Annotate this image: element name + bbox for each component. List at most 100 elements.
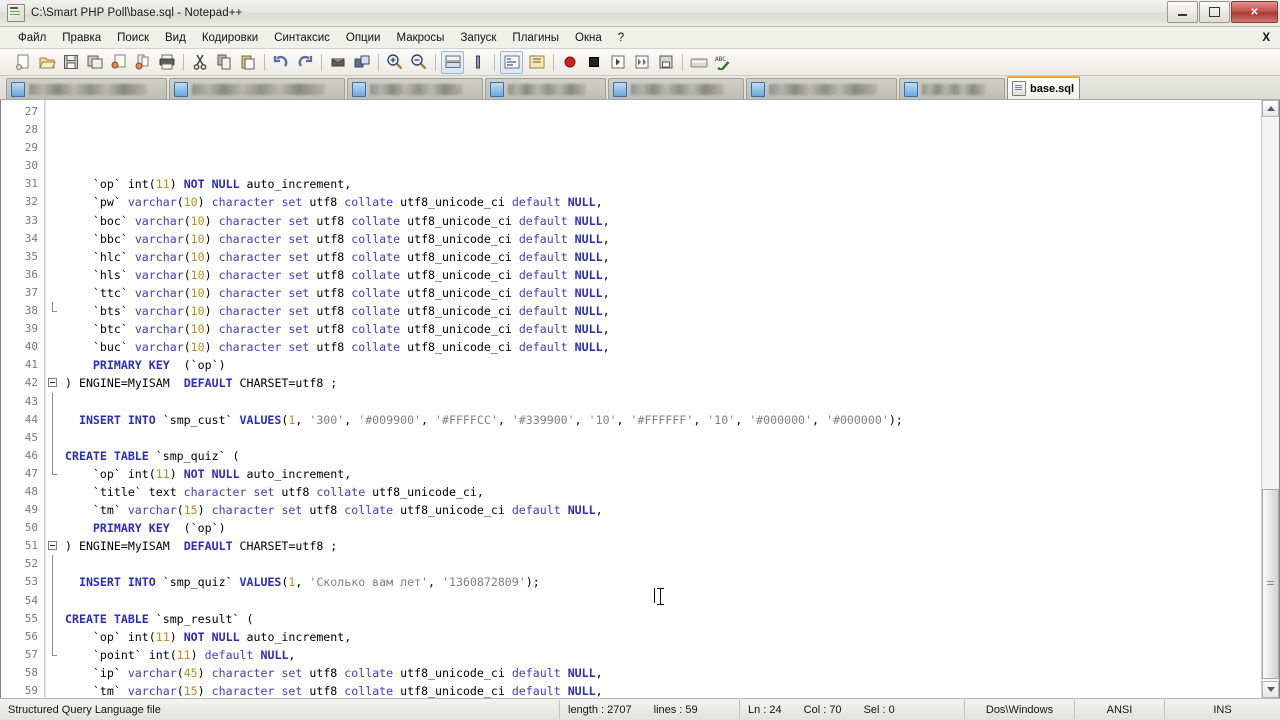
code-folding-margin[interactable] (46, 100, 59, 698)
line-number: 33 (24, 213, 38, 227)
code-line: CREATE TABLE `smp_quiz` ( (65, 447, 1261, 465)
run-icon[interactable] (688, 52, 709, 73)
code-token: varchar (134, 267, 184, 282)
code-token: `smp_result` ( (148, 611, 254, 626)
sync-vertical-scroll-icon[interactable] (441, 50, 464, 74)
zoom-in-icon[interactable] (384, 52, 405, 73)
document-tab[interactable] (746, 78, 897, 99)
stop-record-macro-icon[interactable] (583, 52, 604, 73)
find-icon[interactable] (327, 52, 348, 73)
document-tab[interactable] (347, 78, 483, 99)
redo-icon[interactable] (294, 52, 315, 73)
code-line: `title` text character set utf8 collate … (65, 483, 1261, 501)
code-text[interactable]: `op` int(11) NOT NULL auto_increment, `p… (59, 100, 1261, 698)
menu-item-run[interactable]: Запуск (452, 30, 504, 46)
record-macro-icon[interactable] (559, 52, 580, 73)
menu-item-help[interactable]: ? (610, 30, 632, 46)
document-icon (11, 81, 25, 97)
document-tab[interactable] (6, 78, 167, 99)
replace-icon[interactable] (351, 52, 372, 73)
close-button[interactable]: ✕ (1231, 1, 1278, 23)
line-number: 43 (24, 394, 38, 408)
undo-icon[interactable] (270, 52, 291, 73)
copy-icon[interactable] (213, 52, 234, 73)
fold-marker (46, 392, 59, 411)
close-all-icon[interactable] (132, 52, 153, 73)
menu-item-edit[interactable]: Правка (54, 30, 109, 46)
menu-item-search[interactable]: Поиск (109, 30, 157, 46)
all-chars-icon[interactable] (526, 52, 547, 73)
code-token: ( (183, 213, 191, 228)
cut-icon[interactable] (189, 52, 210, 73)
word-wrap-icon[interactable] (500, 50, 523, 74)
document-tab[interactable] (899, 78, 1005, 99)
fold-marker[interactable] (46, 537, 59, 555)
fold-marker (46, 591, 59, 610)
scrollbar-thumb[interactable] (1262, 489, 1279, 679)
code-token: utf8 (302, 665, 345, 680)
restore-button[interactable] (1199, 1, 1230, 23)
menu-item-language[interactable]: Синтаксис (266, 30, 338, 46)
fold-line (52, 446, 53, 465)
menu-item-plugins[interactable]: Плагины (504, 30, 567, 46)
code-token: , (812, 412, 826, 427)
zoom-out-icon[interactable] (408, 52, 429, 73)
code-token: default (511, 665, 561, 680)
document-tab-base-sql[interactable]: base.sql (1007, 76, 1081, 99)
save-macro-icon[interactable] (655, 52, 676, 73)
minimize-button[interactable] (1167, 1, 1198, 23)
paste-icon[interactable] (237, 52, 258, 73)
new-file-icon[interactable] (12, 52, 33, 73)
fold-marker (46, 248, 59, 266)
menu-item-window[interactable]: Окна (567, 30, 610, 46)
document-tab[interactable] (608, 78, 744, 99)
menu-close-document-button[interactable]: X (1262, 32, 1270, 44)
menu-item-file[interactable]: Файл (10, 30, 54, 46)
code-token: ( (183, 304, 191, 319)
run-macro-multiple-icon[interactable] (631, 52, 652, 73)
code-token: ) (169, 466, 184, 481)
code-token: PRIMARY KEY (92, 521, 170, 536)
code-token: NULL (567, 195, 596, 210)
code-token: ); (525, 575, 540, 590)
fold-collapse-icon[interactable] (48, 378, 57, 388)
code-token: , (428, 575, 442, 590)
scrollbar-track[interactable] (1262, 117, 1279, 681)
fold-marker[interactable] (46, 374, 59, 392)
play-macro-icon[interactable] (607, 52, 628, 73)
close-file-icon[interactable] (108, 52, 129, 73)
code-token: '10' (588, 412, 617, 427)
sync-horizontal-scroll-icon[interactable] (467, 52, 488, 73)
vertical-scrollbar[interactable] (1261, 100, 1279, 698)
code-token: , (602, 213, 610, 228)
code-token: `ip` (65, 665, 128, 680)
status-insert-mode[interactable]: INS (1165, 700, 1280, 719)
scroll-up-button[interactable] (1262, 100, 1279, 117)
save-icon[interactable] (60, 52, 81, 73)
menu-item-encoding[interactable]: Кодировки (194, 30, 266, 46)
line-number: 40 (24, 340, 38, 354)
document-tab[interactable] (485, 78, 606, 99)
code-token: 10 (190, 267, 205, 282)
menu-item-view[interactable]: Вид (157, 30, 194, 46)
status-eol-format[interactable]: Dos\Windows (965, 700, 1075, 719)
menu-item-macro[interactable]: Макросы (388, 30, 452, 46)
editor-area[interactable]: 27 28 29 30 31 32 33 34 35 36 37 38 39 40 41 42 43 44 45 46… (0, 100, 1280, 698)
open-file-icon[interactable] (36, 52, 57, 73)
menu-item-settings[interactable]: Опции (338, 30, 389, 46)
code-token: ( (183, 322, 191, 337)
spell-check-icon[interactable]: ABC (712, 52, 733, 73)
code-token: ) (65, 539, 79, 554)
document-tab[interactable] (169, 78, 345, 99)
print-icon[interactable] (156, 52, 177, 73)
scroll-down-button[interactable] (1262, 681, 1279, 698)
line-number: 51 (24, 539, 38, 553)
status-encoding[interactable]: ANSI (1075, 700, 1165, 719)
fold-collapse-icon[interactable] (48, 541, 57, 551)
save-all-icon[interactable] (84, 52, 105, 73)
code-token: utf8_unicode_ci (400, 267, 519, 282)
code-token: ( (183, 267, 191, 282)
